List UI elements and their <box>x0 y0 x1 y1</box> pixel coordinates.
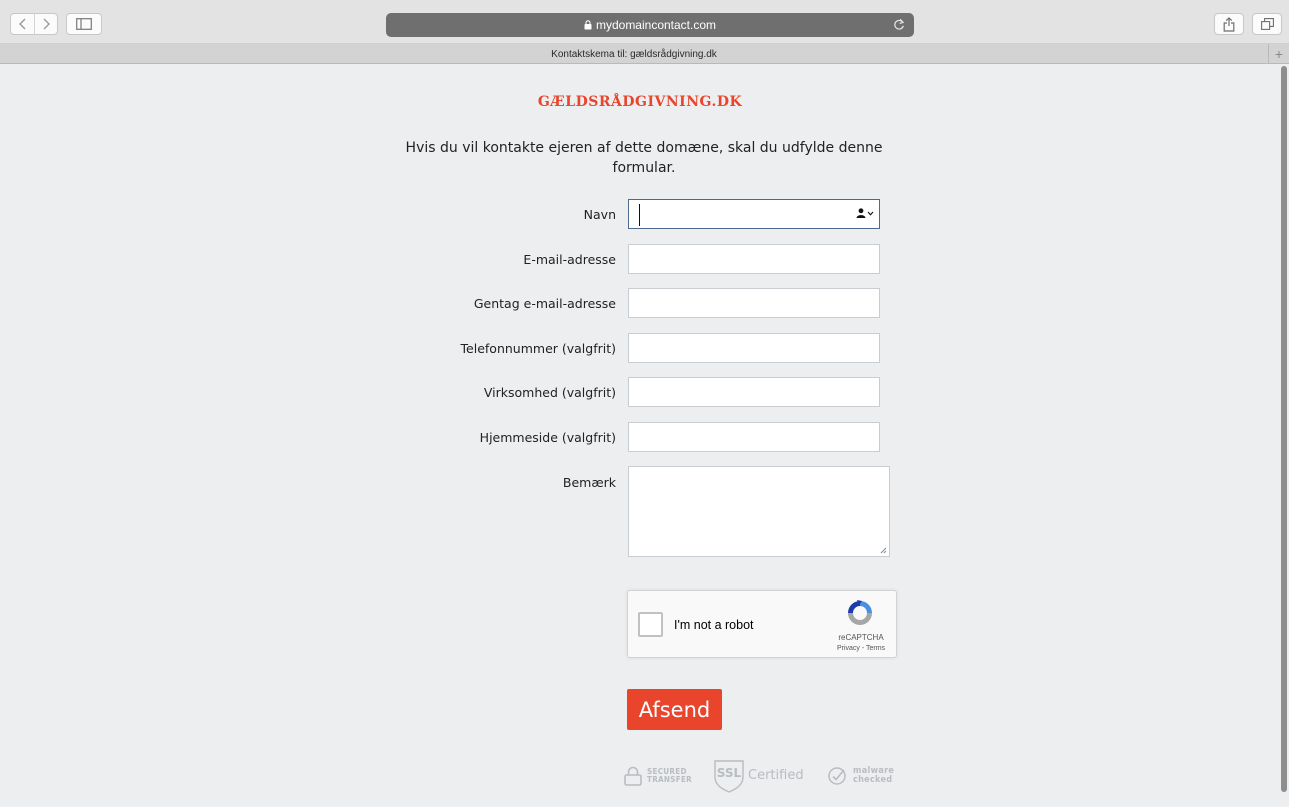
website-input[interactable] <box>629 423 879 451</box>
repeat-email-input[interactable] <box>629 289 879 317</box>
sidebar-icon <box>76 18 92 30</box>
recaptcha-terms-link[interactable]: Privacy - Terms <box>828 645 894 652</box>
new-tab-button[interactable]: + <box>1268 44 1289 64</box>
malware-checked-badge: malware checked <box>827 766 894 786</box>
email-input[interactable] <box>629 245 879 273</box>
tab-title: Kontaktskema til: gældsrådgivning.dk <box>551 48 717 60</box>
name-label: Navn <box>583 207 616 222</box>
repeat-email-field[interactable] <box>628 288 880 318</box>
recaptcha-label: I'm not a robot <box>674 618 754 632</box>
chevron-left-icon <box>18 18 25 30</box>
ssl-label: SSL <box>716 766 742 780</box>
sidebar-button[interactable] <box>66 13 102 35</box>
remark-textarea[interactable] <box>628 466 890 557</box>
recaptcha-logo-icon <box>848 600 872 625</box>
text-caret <box>639 204 640 226</box>
site-title: GÆLDSRÅDGIVNING.DK <box>537 94 743 110</box>
tabs-icon <box>1260 18 1274 30</box>
name-field[interactable] <box>628 199 880 229</box>
plus-icon: + <box>1274 46 1284 62</box>
forward-button[interactable] <box>34 14 57 34</box>
tab-active[interactable]: Kontaktskema til: gældsrådgivning.dk <box>0 44 1268 64</box>
history-nav <box>10 13 58 35</box>
secured-transfer-badge: SECURED TRANSFER <box>624 766 692 786</box>
intro-text: Hvis du vil kontakte ejeren af dette dom… <box>405 140 883 176</box>
url-text: mydomaincontact.com <box>595 18 717 32</box>
recaptcha-checkbox[interactable] <box>638 612 663 637</box>
remark-label: Bemærk <box>562 475 616 490</box>
ssl-certified-text: Certified <box>748 767 804 783</box>
resize-grip-icon[interactable] <box>879 546 887 554</box>
chevron-right-icon <box>43 18 50 30</box>
repeat-email-label: Gentag e-mail-adresse <box>473 296 616 311</box>
share-icon <box>1223 16 1235 32</box>
lock-icon <box>584 20 592 30</box>
website-label: Hjemmeside (valgfrit) <box>479 430 616 445</box>
tabs-overview-button[interactable] <box>1252 13 1282 35</box>
recaptcha-widget: I'm not a robot reCAPTCHA Privacy - Term… <box>627 590 897 658</box>
email-label: E-mail-adresse <box>523 252 616 267</box>
person-icon <box>856 208 866 218</box>
browser-toolbar: mydomaincontact.com <box>0 0 1289 44</box>
name-input[interactable] <box>629 200 879 228</box>
tab-bar: Kontaktskema til: gældsrådgivning.dk + <box>0 44 1289 64</box>
chevron-down-icon <box>867 211 874 216</box>
company-field[interactable] <box>628 377 880 407</box>
phone-label: Telefonnummer (valgfrit) <box>460 341 616 356</box>
address-bar[interactable]: mydomaincontact.com <box>386 13 914 37</box>
check-circle-icon <box>828 767 846 785</box>
recaptcha-brand: reCAPTCHA <box>838 633 884 642</box>
phone-field[interactable] <box>628 333 880 363</box>
back-button[interactable] <box>11 14 34 34</box>
phone-input[interactable] <box>629 334 879 362</box>
reload-icon[interactable] <box>893 18 905 31</box>
contacts-autofill-button[interactable] <box>856 208 874 218</box>
company-input[interactable] <box>629 378 879 406</box>
ssl-certified-badge: SSL Certified <box>712 757 804 793</box>
trust-badges: SECURED TRANSFER SSL Certified malware c… <box>624 757 904 795</box>
email-field[interactable] <box>628 244 880 274</box>
company-label: Virksomhed (valgfrit) <box>483 385 616 400</box>
submit-button[interactable]: Afsend <box>627 689 722 730</box>
padlock-icon <box>624 766 642 786</box>
malware-line-2: checked <box>853 775 893 785</box>
secured-line-2: TRANSFER <box>647 775 693 784</box>
website-field[interactable] <box>628 422 880 452</box>
page-scrollbar[interactable] <box>1281 66 1287 792</box>
share-button[interactable] <box>1214 13 1244 35</box>
